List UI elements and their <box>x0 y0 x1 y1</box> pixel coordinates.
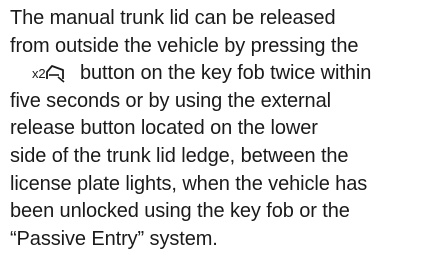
text-line-5: release button located on the lower <box>10 117 318 140</box>
text-line-9: “Passive Entry” system. <box>10 227 218 250</box>
icon-x2-label: x2 <box>32 66 46 81</box>
trunk-release-x2-icon: x2 <box>32 65 65 83</box>
trunk-release-instructions: The manual trunk lid can be released fro… <box>10 5 448 253</box>
text-line-2: from outside the vehicle by pressing the <box>10 34 359 57</box>
text-line-4: five seconds or by using the external <box>10 89 331 112</box>
text-line-1: The manual trunk lid can be released <box>10 7 336 29</box>
text-line-3-remainder: button on the key fob twice within <box>80 62 372 85</box>
text-line-3: x2 button on the key fob twice within <box>10 60 448 88</box>
text-line-6: side of the trunk lid ledge, between the <box>10 144 349 167</box>
text-line-8: been unlocked using the key fob or the <box>10 200 350 223</box>
text-line-7: license plate lights, when the vehicle h… <box>10 172 368 195</box>
